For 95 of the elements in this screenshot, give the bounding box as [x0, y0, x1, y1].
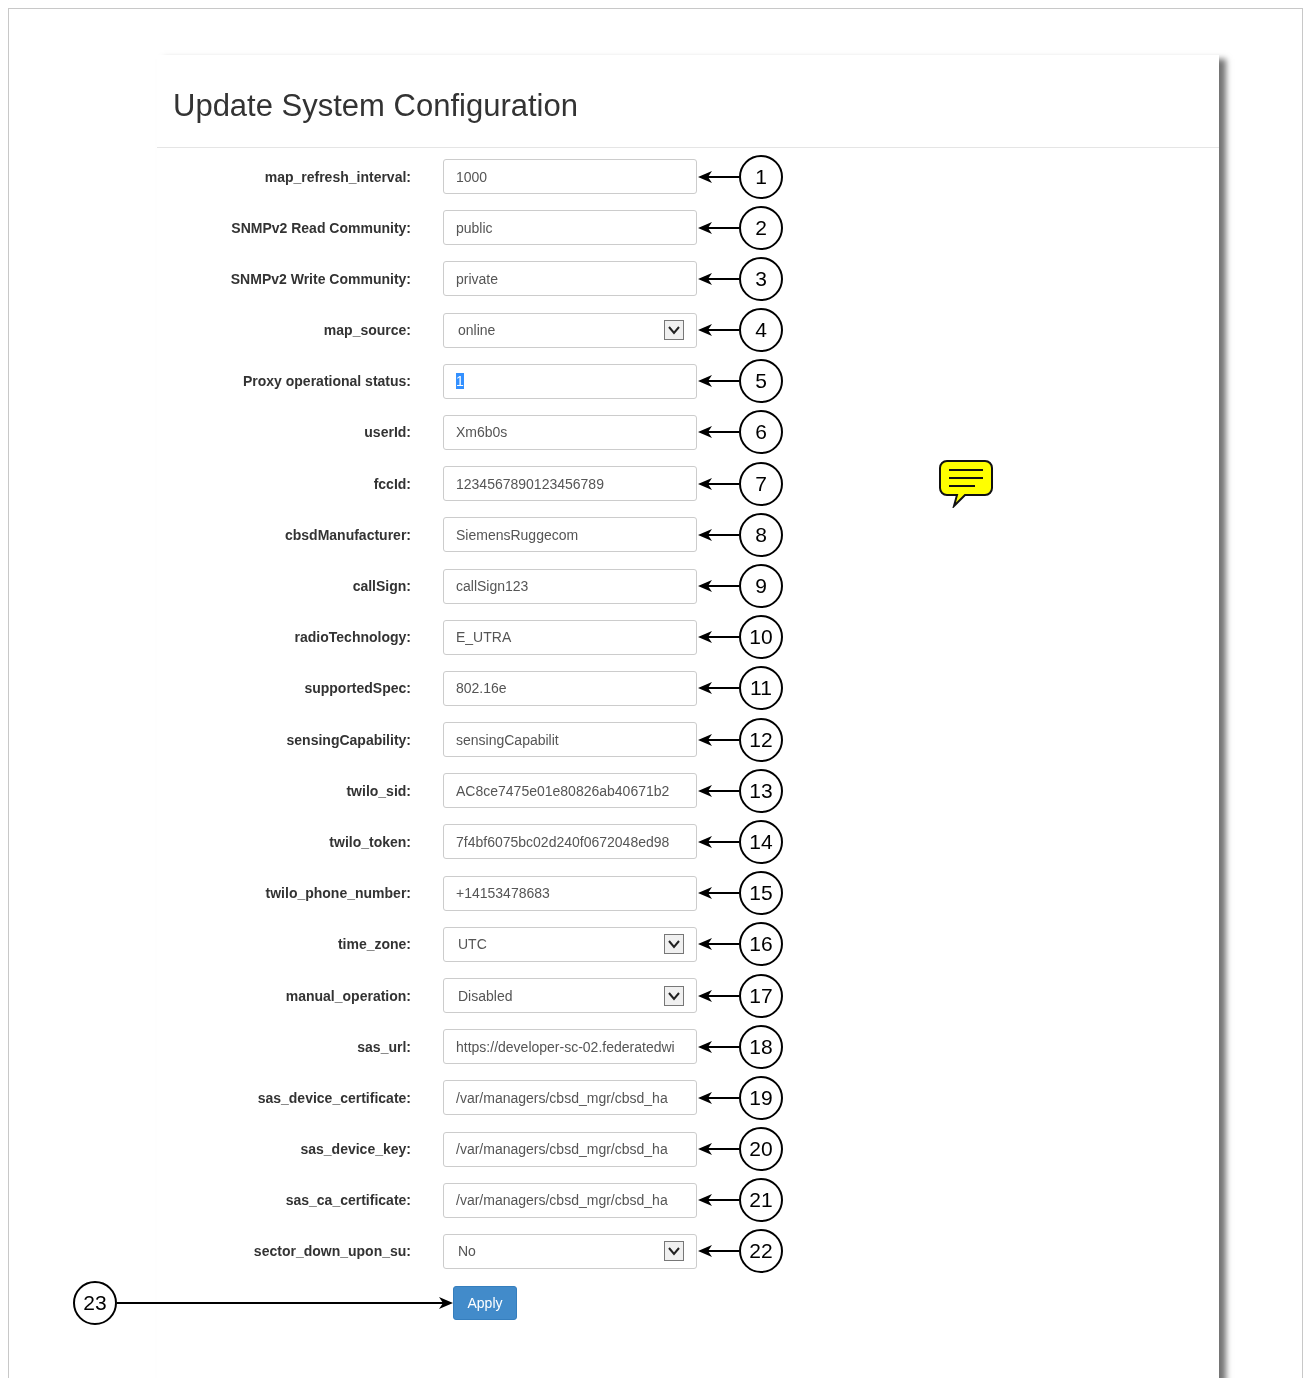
apply-button[interactable]: Apply: [453, 1285, 517, 1320]
field-label: supportedSpec:: [303, 680, 411, 697]
callout-arrow: [698, 834, 739, 849]
field-label: sector_down_upon_su:: [252, 1243, 411, 1260]
text-field[interactable]: Xm6b0s: [443, 414, 697, 450]
comment-icon: [939, 460, 993, 508]
callout-arrow: [698, 271, 739, 286]
text-field[interactable]: /var/managers/cbsd_mgr/cbsd_ha: [443, 1131, 697, 1167]
callout-number: 20: [739, 1127, 783, 1172]
field-label: twilo_token:: [328, 833, 411, 850]
field-label: sas_ca_certificate:: [284, 1192, 411, 1209]
callout-number: 1: [739, 154, 783, 199]
callout-number: 21: [739, 1178, 783, 1223]
chevron-down-icon: [664, 320, 684, 341]
callout-number: 10: [739, 615, 783, 660]
callout-number: 19: [739, 1075, 783, 1120]
callout-number: 4: [739, 308, 783, 353]
text-field[interactable]: https://developer-sc-02.federatedwi: [443, 1029, 697, 1065]
text-field[interactable]: sensingCapabilit: [443, 722, 697, 758]
callout-arrow: [698, 1142, 739, 1157]
callout-number: 12: [739, 717, 783, 762]
callout-number: 3: [739, 256, 783, 301]
callout-arrow: [698, 425, 739, 440]
text-field[interactable]: callSign123: [443, 568, 697, 604]
callout-number: 22: [739, 1229, 783, 1274]
field-label: cbsdManufacturer:: [283, 526, 411, 543]
callout-arrow: [698, 323, 739, 338]
callout-arrow: [698, 630, 739, 645]
field-label: map_refresh_interval:: [263, 168, 411, 185]
field-label: userId:: [363, 424, 411, 441]
field-label: twilo_phone_number:: [264, 885, 411, 902]
field-label: callSign:: [351, 578, 411, 594]
text-field[interactable]: public: [443, 210, 697, 246]
callout-number: 2: [739, 205, 783, 250]
field-label: twilo_sid:: [345, 782, 411, 799]
callout-arrow: [698, 220, 739, 235]
field-label: sensingCapability:: [285, 731, 411, 748]
text-field[interactable]: SiemensRuggecom: [443, 517, 697, 553]
callout-number: 15: [739, 871, 783, 916]
callout-arrow: [698, 1244, 739, 1259]
callout-number: 16: [739, 922, 783, 967]
text-field[interactable]: E_UTRA: [443, 619, 697, 655]
text-field[interactable]: 7f4bf6075bc02d240f0672048ed98: [443, 824, 697, 860]
callout-arrow: [698, 169, 739, 184]
callout-number: 14: [739, 819, 783, 864]
field-label: sas_url:: [356, 1038, 411, 1055]
text-field[interactable]: 802.16e: [443, 670, 697, 706]
callout-number: 23: [73, 1280, 117, 1325]
dropdown[interactable]: No: [443, 1233, 697, 1269]
text-field[interactable]: private: [443, 261, 697, 297]
callout-arrow: [698, 579, 739, 593]
callout-arrow: [698, 1039, 739, 1054]
text-field[interactable]: /var/managers/cbsd_mgr/cbsd_ha: [443, 1182, 697, 1218]
callout-arrow: [698, 527, 739, 542]
field-label: sas_device_certificate:: [256, 1089, 411, 1106]
callout-arrow: [698, 1193, 739, 1208]
text-field[interactable]: +14153478683: [443, 875, 697, 911]
text-field[interactable]: 1234567890123456789: [443, 466, 697, 502]
dropdown[interactable]: Disabled: [443, 978, 697, 1013]
dropdown[interactable]: UTC: [443, 926, 697, 962]
field-label: fccId:: [372, 475, 411, 492]
callout-arrow: [698, 374, 739, 389]
field-label: radioTechnology:: [293, 629, 411, 646]
page-title: Update System Configuration: [172, 87, 579, 125]
field-label: SNMPv2 Write Community:: [229, 270, 411, 287]
field-label: SNMPv2 Read Community:: [230, 219, 411, 236]
chevron-down-icon: [664, 1241, 684, 1262]
chevron-down-icon: [664, 985, 684, 1006]
field-label: time_zone:: [336, 936, 411, 953]
dropdown[interactable]: online: [443, 312, 697, 348]
callout-arrow: [698, 886, 739, 901]
callout-arrow: [698, 783, 739, 798]
text-field[interactable]: AC8ce7475e01e80826ab40671b2: [443, 773, 697, 809]
callout-number: 13: [739, 768, 783, 813]
field-label: manual_operation:: [284, 987, 411, 1004]
callout-arrow: [698, 937, 739, 952]
callout-number: 7: [739, 461, 783, 506]
text-field[interactable]: /var/managers/cbsd_mgr/cbsd_ha: [443, 1080, 697, 1116]
callout-arrow: [698, 732, 739, 747]
callout-number: 11: [739, 666, 783, 711]
field-label: Proxy operational status:: [241, 373, 411, 390]
callout-number: 17: [739, 973, 783, 1018]
text-field[interactable]: 1000: [443, 159, 697, 194]
chevron-down-icon: [664, 934, 684, 955]
field-label: sas_device_key:: [299, 1141, 411, 1158]
callout-number: 9: [739, 564, 783, 608]
callout-number: 5: [739, 359, 783, 404]
callout-arrow: [698, 476, 739, 491]
callout-number: 8: [739, 512, 783, 557]
callout-arrow: [698, 988, 739, 1003]
callout-arrow: [698, 1090, 739, 1105]
field-label: map_source:: [322, 322, 411, 339]
callout-arrow: [698, 681, 739, 696]
callout-number: 6: [739, 410, 783, 455]
callout-number: 18: [739, 1024, 783, 1069]
